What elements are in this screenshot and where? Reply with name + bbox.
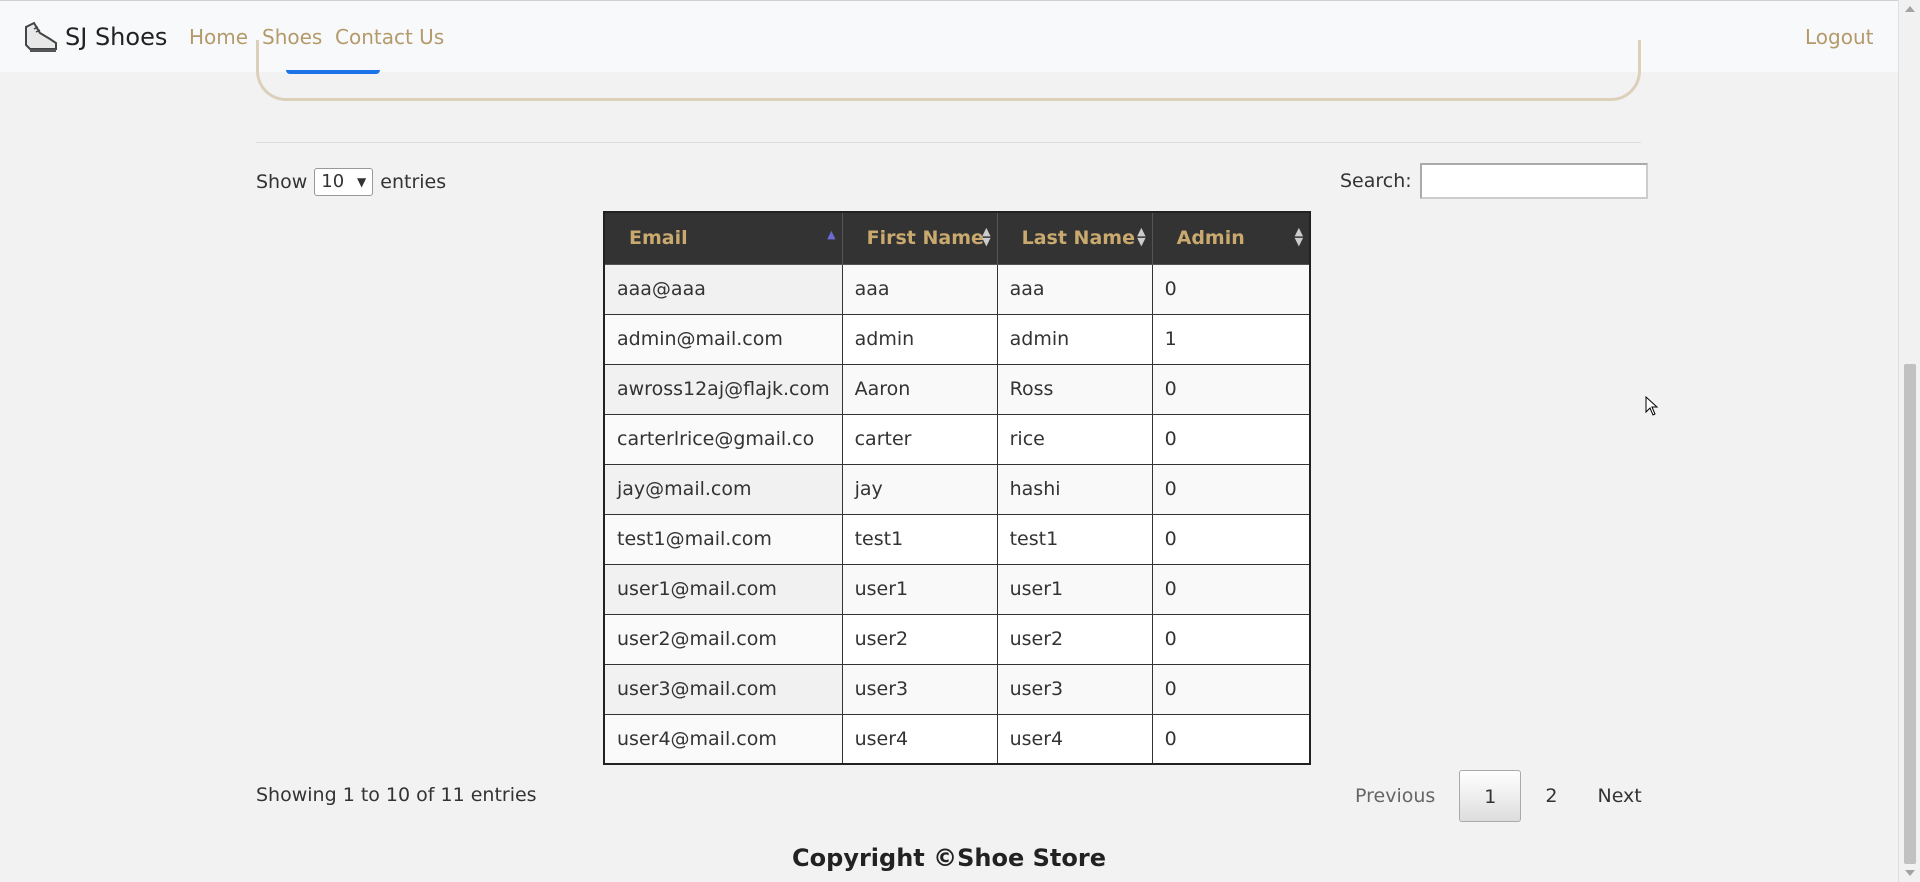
table-row[interactable]: jay@mail.com jay hashi 0 — [603, 463, 1311, 515]
submit-button-edge[interactable] — [286, 70, 380, 74]
cell-last-name: user1 — [996, 563, 1153, 615]
cell-last-name: admin — [996, 313, 1153, 365]
table-row[interactable]: user3@mail.com user3 user3 0 — [603, 663, 1311, 715]
column-header-label: Last Name — [1021, 227, 1135, 250]
search-control: Search: — [1340, 163, 1648, 199]
column-header-email[interactable]: Email ▲ — [603, 211, 843, 265]
show-label: Show — [256, 171, 308, 193]
table-row[interactable]: test1@mail.com test1 test1 0 — [603, 513, 1311, 565]
cell-last-name: Ross — [996, 363, 1153, 415]
column-header-admin[interactable]: Admin ▲ ▼ — [1151, 211, 1311, 265]
scroll-down-arrow-icon[interactable] — [1905, 870, 1915, 876]
form-card-bottom — [256, 40, 1641, 101]
table-row[interactable]: aaa@aaa aaa aaa 0 — [603, 263, 1311, 315]
cell-admin: 0 — [1151, 663, 1311, 715]
page-length-control: Show 10 ▼ entries — [256, 168, 446, 196]
cell-admin: 0 — [1151, 463, 1311, 515]
cell-email: test1@mail.com — [603, 513, 843, 565]
next-page-button[interactable]: Next — [1577, 770, 1661, 822]
sort-both-icon: ▲ ▼ — [1137, 225, 1146, 248]
dropdown-arrow-icon: ▼ — [357, 175, 367, 189]
users-table: Email ▲ First Name ▲ ▼ Last Name ▲ ▼ Admin… — [603, 211, 1312, 765]
column-header-label: First Name — [866, 227, 984, 250]
table-row[interactable]: carterlrice@gmail.co carter rice 0 — [603, 413, 1311, 465]
cell-email: jay@mail.com — [603, 463, 843, 515]
column-header-first-name[interactable]: First Name ▲ ▼ — [841, 211, 998, 265]
cell-email: awross12aj@flajk.com — [603, 363, 843, 415]
previous-page-button[interactable]: Previous — [1335, 770, 1455, 822]
search-label: Search: — [1340, 170, 1412, 192]
cell-email: user3@mail.com — [603, 663, 843, 715]
cell-first-name: admin — [841, 313, 998, 365]
cell-admin: 0 — [1151, 563, 1311, 615]
scrollbar-thumb[interactable] — [1904, 364, 1916, 864]
cell-last-name: rice — [996, 413, 1153, 465]
cell-admin: 0 — [1151, 613, 1311, 665]
cell-last-name: test1 — [996, 513, 1153, 565]
page-scrollbar[interactable] — [1898, 0, 1920, 882]
scroll-up-arrow-icon[interactable] — [1905, 6, 1915, 12]
copyright-footer: Copyright ©Shoe Store — [792, 844, 1106, 872]
nav-link-home[interactable]: Home — [189, 25, 248, 49]
table-header-row: Email ▲ First Name ▲ ▼ Last Name ▲ ▼ Admin… — [603, 211, 1311, 265]
cell-last-name: user2 — [996, 613, 1153, 665]
column-header-label: Email — [629, 227, 688, 250]
mouse-cursor-icon — [1645, 396, 1659, 416]
cell-email: admin@mail.com — [603, 313, 843, 365]
cell-email: user2@mail.com — [603, 613, 843, 665]
cell-admin: 0 — [1151, 263, 1311, 315]
users-table-wrapper: Email ▲ First Name ▲ ▼ Last Name ▲ ▼ Admin… — [603, 211, 1312, 765]
cell-first-name: user4 — [841, 713, 998, 765]
cell-first-name: carter — [841, 413, 998, 465]
table-row[interactable]: admin@mail.com admin admin 1 — [603, 313, 1311, 365]
cell-last-name: user3 — [996, 663, 1153, 715]
brand-name: SJ Shoes — [65, 23, 168, 51]
cell-admin: 0 — [1151, 413, 1311, 465]
cell-first-name: test1 — [841, 513, 998, 565]
cell-first-name: user1 — [841, 563, 998, 615]
column-header-label: Admin — [1176, 227, 1245, 250]
cell-last-name: user4 — [996, 713, 1153, 765]
cell-admin: 1 — [1151, 313, 1311, 365]
cell-admin: 0 — [1151, 713, 1311, 765]
cell-email: carterlrice@gmail.co — [603, 413, 843, 465]
table-row[interactable]: user1@mail.com user1 user1 0 — [603, 563, 1311, 615]
cell-email: aaa@aaa — [603, 263, 843, 315]
table-info: Showing 1 to 10 of 11 entries — [256, 784, 537, 806]
cell-first-name: jay — [841, 463, 998, 515]
cell-email: user1@mail.com — [603, 563, 843, 615]
pagination: Previous 1 2 Next — [1335, 770, 1662, 822]
cell-first-name: Aaron — [841, 363, 998, 415]
page-button-2[interactable]: 2 — [1525, 770, 1577, 822]
cell-first-name: aaa — [841, 263, 998, 315]
table-body: aaa@aaa aaa aaa 0 admin@mail.com admin admin 1 a… — [603, 263, 1311, 765]
page-button-1[interactable]: 1 — [1459, 770, 1522, 822]
sort-both-icon: ▲ ▼ — [982, 225, 991, 248]
entries-label: entries — [380, 171, 447, 193]
page-length-value: 10 — [321, 171, 345, 192]
logout-link[interactable]: Logout — [1805, 25, 1873, 49]
cell-last-name: hashi — [996, 463, 1153, 515]
page-length-select[interactable]: 10 ▼ — [314, 168, 374, 196]
cell-last-name: aaa — [996, 263, 1153, 315]
brand[interactable]: SJ Shoes — [20, 15, 167, 59]
table-row[interactable]: user2@mail.com user2 user2 0 — [603, 613, 1311, 665]
cell-admin: 0 — [1151, 363, 1311, 415]
shoe-icon — [25, 21, 57, 52]
cell-first-name: user2 — [841, 613, 998, 665]
search-input[interactable] — [1419, 163, 1648, 199]
table-row[interactable]: user4@mail.com user4 user4 0 — [603, 713, 1311, 765]
table-row[interactable]: awross12aj@flajk.com Aaron Ross 0 — [603, 363, 1311, 415]
sort-ascending-icon: ▲ — [827, 228, 836, 241]
cell-admin: 0 — [1151, 513, 1311, 565]
cell-first-name: user3 — [841, 663, 998, 715]
sort-both-icon: ▲ ▼ — [1294, 225, 1304, 248]
cell-email: user4@mail.com — [603, 713, 843, 765]
column-header-last-name[interactable]: Last Name ▲ ▼ — [996, 211, 1153, 265]
section-divider — [256, 142, 1641, 143]
